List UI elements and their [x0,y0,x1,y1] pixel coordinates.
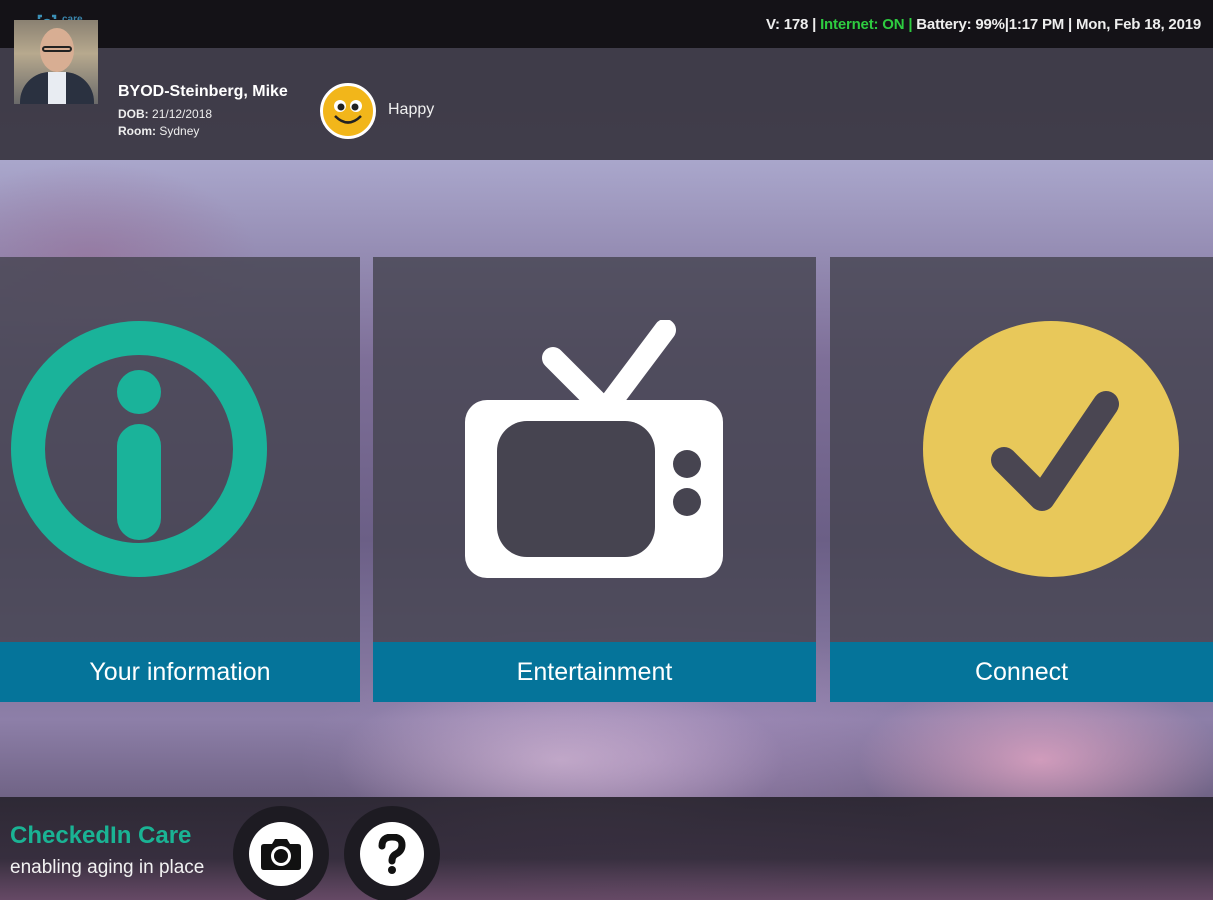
room-label: Room: [118,124,156,138]
info-icon [11,321,267,577]
camera-icon [261,839,301,870]
connect-tile[interactable]: Connect [830,257,1213,702]
clock-time: |1:17 PM [1004,15,1065,33]
resident-room: Room: Sydney [118,124,199,138]
mood-label: Happy [388,101,435,118]
tv-icon [465,320,723,578]
status-bar: care cohort V: 178 | Internet: ON | Batt… [0,0,1213,48]
tile-body [830,257,1213,642]
brand-tagline: enabling aging in place [10,857,205,878]
tile-body [0,257,360,642]
checkmark-icon [923,321,1179,577]
tile-label: Connect [830,642,1213,702]
room-value: Sydney [159,124,200,138]
dob-label: DOB: [118,107,149,121]
dob-value: 21/12/2018 [152,107,213,121]
camera-button[interactable] [233,806,329,900]
resident-name: BYOD-Steinberg, Mike [118,83,288,100]
date-label: | Mon, Feb 18, 2019 [1068,15,1201,33]
battery-status: Battery: 99% [916,15,1005,33]
resident-dob: DOB: 21/12/2018 [118,107,212,121]
brand-title: CheckedIn Care [10,822,192,849]
resident-avatar[interactable] [14,20,98,104]
entertainment-tile[interactable]: Entertainment [373,257,816,702]
tile-label: Entertainment [373,642,816,702]
internet-status: Internet: ON | [820,15,913,33]
resident-header [0,48,1213,160]
help-button[interactable] [344,806,440,900]
status-text: V: 178 | Internet: ON | Battery: 99%|1:1… [766,16,1201,33]
help-icon [378,834,406,874]
smiley-face-icon[interactable] [320,83,376,139]
tile-label: Your information [0,642,360,702]
your-information-tile[interactable]: Your information [0,257,360,702]
version-label: V: 178 | [765,15,817,33]
tile-body [373,257,816,642]
